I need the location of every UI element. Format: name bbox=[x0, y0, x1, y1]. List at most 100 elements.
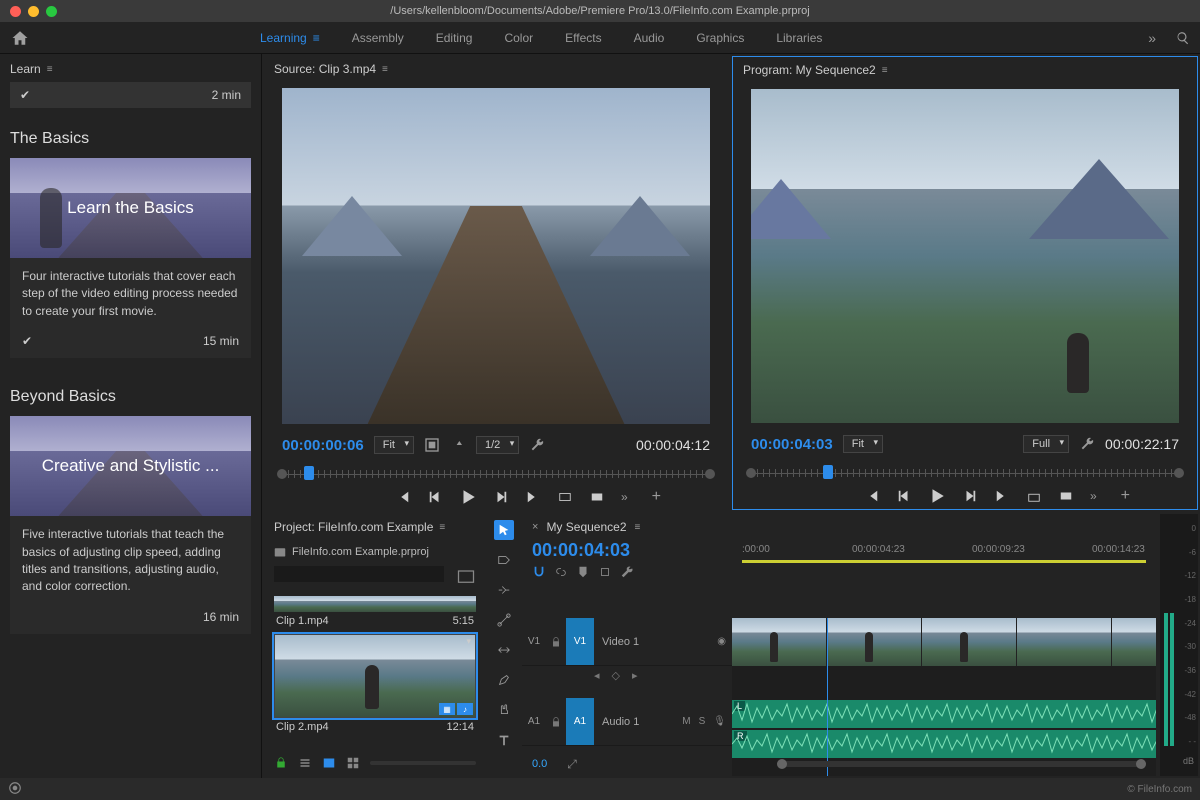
add-button-icon[interactable]: + bbox=[652, 488, 661, 506]
step-back-icon[interactable] bbox=[896, 489, 912, 503]
workspace-tab-effects[interactable]: Effects bbox=[565, 31, 601, 45]
panel-menu-icon[interactable]: ≡ bbox=[382, 64, 388, 75]
extract-icon[interactable] bbox=[1058, 489, 1074, 503]
solo-button[interactable]: S bbox=[699, 716, 706, 727]
video-clip[interactable] bbox=[1017, 618, 1112, 666]
wrench-icon[interactable] bbox=[1079, 436, 1095, 452]
video-clip[interactable] bbox=[922, 618, 1017, 666]
wrench-icon[interactable] bbox=[529, 437, 545, 453]
add-keyframe-icon[interactable]: ◇ bbox=[612, 669, 620, 682]
tutorial-card-basics[interactable]: Learn the Basics Four interactive tutori… bbox=[10, 158, 251, 358]
lock-icon[interactable] bbox=[546, 716, 566, 728]
window-zoom-button[interactable] bbox=[46, 6, 57, 17]
track-source-toggle[interactable]: A1 bbox=[566, 698, 594, 745]
source-current-timecode[interactable]: 00:00:00:06 bbox=[282, 437, 364, 454]
project-clip-item[interactable]: ▦♪ Clip 2.mp412:14 bbox=[274, 634, 476, 736]
panel-menu-icon[interactable]: ≡ bbox=[439, 522, 445, 533]
track-select-tool-icon[interactable] bbox=[494, 550, 514, 570]
video-clip[interactable] bbox=[732, 618, 827, 666]
wrench-icon[interactable] bbox=[620, 565, 634, 579]
workspace-tab-graphics[interactable]: Graphics bbox=[696, 31, 744, 45]
settings-icon[interactable] bbox=[424, 437, 440, 453]
lock-icon[interactable] bbox=[546, 636, 566, 648]
mark-in-icon[interactable] bbox=[331, 490, 347, 504]
linked-selection-icon[interactable] bbox=[554, 565, 568, 579]
pen-tool-icon[interactable] bbox=[494, 670, 514, 690]
add-button-icon[interactable]: + bbox=[1121, 487, 1130, 505]
work-area-bar[interactable] bbox=[742, 560, 1146, 563]
go-to-out-icon[interactable] bbox=[525, 490, 541, 504]
prev-keyframe-icon[interactable]: ◂ bbox=[594, 669, 600, 682]
writable-icon[interactable] bbox=[274, 757, 288, 769]
panel-menu-icon[interactable]: ≡ bbox=[635, 522, 641, 533]
go-to-in-icon[interactable] bbox=[864, 489, 880, 503]
hand-tool-icon[interactable] bbox=[494, 700, 514, 720]
program-fit-select[interactable]: Fit bbox=[843, 435, 883, 453]
freeform-view-icon[interactable] bbox=[346, 757, 360, 769]
audio-clip[interactable]: L bbox=[732, 700, 1156, 728]
go-to-in-icon[interactable] bbox=[395, 490, 411, 504]
workspace-tab-libraries[interactable]: Libraries bbox=[776, 31, 822, 45]
lift-icon[interactable] bbox=[1026, 489, 1042, 503]
type-tool-icon[interactable] bbox=[494, 730, 514, 750]
razor-tool-icon[interactable] bbox=[494, 610, 514, 630]
icon-view-icon[interactable] bbox=[322, 757, 336, 769]
marker-icon[interactable] bbox=[450, 437, 466, 453]
program-current-timecode[interactable]: 00:00:04:03 bbox=[751, 436, 833, 453]
panel-menu-icon[interactable]: ≡ bbox=[47, 64, 53, 75]
project-clip-item[interactable]: Clip 1.mp45:15 bbox=[274, 596, 476, 630]
video-clip[interactable] bbox=[827, 618, 922, 666]
cloud-sync-icon[interactable] bbox=[8, 781, 22, 795]
program-scrubber[interactable] bbox=[751, 459, 1179, 481]
source-scrubber[interactable] bbox=[282, 460, 710, 482]
close-tab-icon[interactable]: × bbox=[532, 521, 538, 533]
workspace-tab-color[interactable]: Color bbox=[504, 31, 533, 45]
timeline-ruler[interactable]: :00:00 00:00:04:23 00:00:09:23 00:00:14:… bbox=[742, 544, 1146, 560]
track-header-v1[interactable]: V1 V1 Video 1 ◉ bbox=[522, 618, 732, 666]
mark-out-icon[interactable] bbox=[832, 489, 848, 503]
timeline-track-area[interactable]: L R bbox=[732, 618, 1156, 776]
window-minimize-button[interactable] bbox=[28, 6, 39, 17]
mark-out-icon[interactable] bbox=[363, 490, 379, 504]
timeline-timecode[interactable]: 00:00:04:03 bbox=[532, 540, 634, 561]
insert-icon[interactable] bbox=[557, 490, 573, 504]
track-source-toggle[interactable]: V1 bbox=[566, 618, 594, 665]
expand-tracks-icon[interactable]: ⤢ bbox=[567, 757, 577, 772]
play-icon[interactable] bbox=[459, 488, 477, 506]
program-video-area[interactable] bbox=[751, 89, 1179, 423]
timeline-settings-icon[interactable] bbox=[598, 565, 612, 579]
overwrite-icon[interactable] bbox=[589, 490, 605, 504]
audio-clip[interactable]: R bbox=[732, 730, 1156, 758]
track-eye-icon[interactable]: ◉ bbox=[717, 636, 726, 647]
transport-overflow-icon[interactable]: » bbox=[621, 490, 628, 504]
selection-tool-icon[interactable] bbox=[494, 520, 514, 540]
mark-in-icon[interactable] bbox=[800, 489, 816, 503]
thumbnail-size-slider[interactable] bbox=[370, 761, 476, 765]
next-keyframe-icon[interactable]: ▸ bbox=[632, 669, 638, 682]
mute-button[interactable]: M bbox=[682, 716, 690, 727]
home-icon[interactable] bbox=[10, 29, 30, 47]
program-quality-select[interactable]: Full bbox=[1023, 435, 1069, 453]
marker-add-icon[interactable] bbox=[576, 565, 590, 579]
slip-tool-icon[interactable] bbox=[494, 640, 514, 660]
voice-icon[interactable]: 🎙 bbox=[713, 716, 726, 727]
workspace-tab-assembly[interactable]: Assembly bbox=[352, 31, 404, 45]
learn-progress-row[interactable]: ✔ 2 min bbox=[10, 82, 251, 108]
zoom-scrollbar[interactable] bbox=[777, 761, 1146, 767]
workspace-tab-editing[interactable]: Editing bbox=[436, 31, 473, 45]
step-forward-icon[interactable] bbox=[962, 489, 978, 503]
transport-overflow-icon[interactable]: » bbox=[1090, 489, 1097, 503]
workspace-tab-audio[interactable]: Audio bbox=[634, 31, 665, 45]
new-bin-icon[interactable] bbox=[456, 566, 476, 586]
list-view-icon[interactable] bbox=[298, 757, 312, 769]
play-icon[interactable] bbox=[928, 487, 946, 505]
track-header-a1[interactable]: A1 A1 Audio 1 M S 🎙 bbox=[522, 698, 732, 746]
panel-menu-icon[interactable]: ≡ bbox=[882, 65, 888, 76]
workspace-tab-learning[interactable]: Learning≡ bbox=[260, 31, 320, 45]
workspace-overflow-button[interactable]: » bbox=[1140, 26, 1164, 50]
step-back-icon[interactable] bbox=[427, 490, 443, 504]
project-search-input[interactable] bbox=[274, 566, 444, 582]
snap-icon[interactable] bbox=[532, 565, 546, 579]
step-forward-icon[interactable] bbox=[493, 490, 509, 504]
window-close-button[interactable] bbox=[10, 6, 21, 17]
